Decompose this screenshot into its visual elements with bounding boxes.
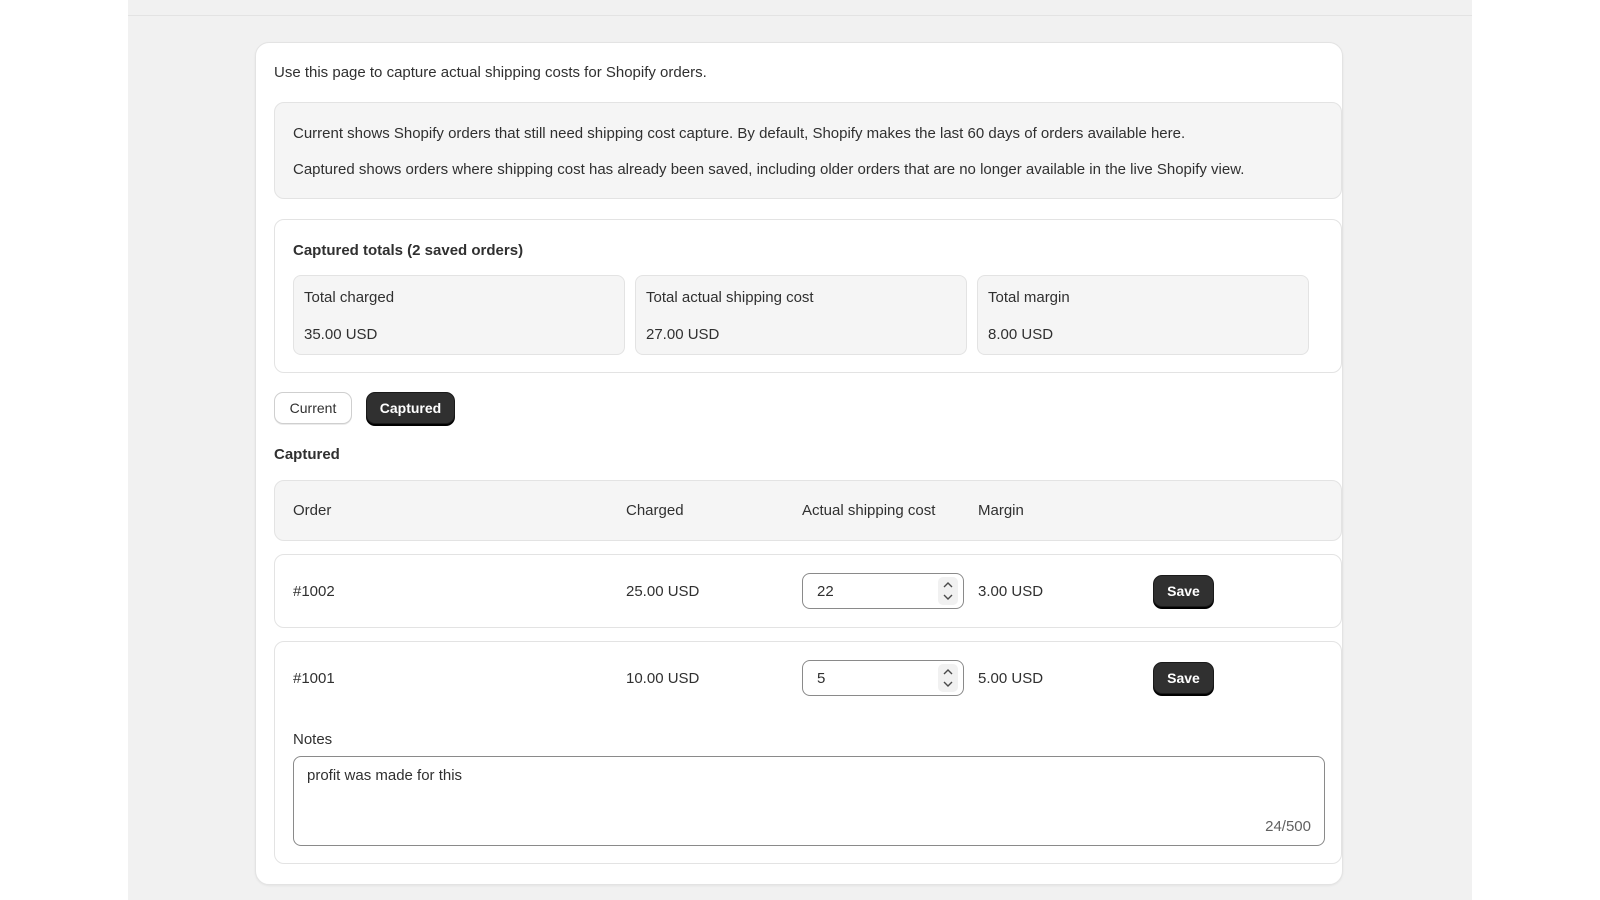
column-header-actual-shipping-cost: Actual shipping cost: [802, 502, 936, 519]
table-row: #1002 25.00 USD 22 3.00 USD Save: [274, 554, 1342, 628]
input-value: 5: [817, 670, 826, 687]
order-number: #1001: [293, 670, 335, 687]
info-banner: Current shows Shopify orders that still …: [274, 102, 1342, 199]
stat-label: Total margin: [988, 289, 1070, 306]
intro-text: Use this page to capture actual shipping…: [274, 64, 707, 81]
tab-captured[interactable]: Captured: [366, 392, 455, 424]
stat-total-charged: Total charged 35.00 USD: [293, 275, 625, 355]
top-divider: [128, 15, 1472, 16]
chevron-up-down-icon: [943, 582, 953, 600]
stat-label: Total charged: [304, 289, 395, 306]
save-button[interactable]: Save: [1153, 662, 1214, 694]
stat-value: 35.00 USD: [304, 326, 378, 343]
shipping-capture-card: Use this page to capture actual shipping…: [255, 42, 1343, 885]
stat-total-margin: Total margin 8.00 USD: [977, 275, 1309, 355]
number-spinner[interactable]: [938, 664, 958, 692]
margin-value: 3.00 USD: [978, 583, 1044, 600]
tab-current[interactable]: Current: [274, 392, 352, 424]
table-row: #1001 10.00 USD 5 5.00 USD Save Notes pr…: [274, 641, 1342, 864]
actual-shipping-cost-input[interactable]: 22: [802, 573, 964, 609]
actual-shipping-cost-input[interactable]: 5: [802, 660, 964, 696]
info-current-text: Current shows Shopify orders that still …: [293, 125, 1186, 142]
chevron-up-down-icon: [943, 669, 953, 687]
column-header-charged: Charged: [626, 502, 684, 519]
number-spinner[interactable]: [938, 577, 958, 605]
notes-value: profit was made for this: [307, 767, 463, 784]
notes-character-count: 24/500: [1265, 818, 1311, 835]
column-header-margin: Margin: [978, 502, 1024, 519]
charged-value: 10.00 USD: [626, 670, 700, 687]
column-header-order: Order: [293, 502, 332, 519]
stat-label: Total actual shipping cost: [646, 289, 814, 306]
section-title: Captured: [274, 446, 340, 463]
stat-total-actual-shipping: Total actual shipping cost 27.00 USD: [635, 275, 967, 355]
input-value: 22: [817, 583, 834, 600]
captured-totals-panel: Captured totals (2 saved orders) Total c…: [274, 219, 1342, 373]
table-header: Order Charged Actual shipping cost Margi…: [274, 480, 1342, 541]
notes-label: Notes: [293, 731, 333, 748]
info-captured-text: Captured shows orders where shipping cos…: [293, 161, 1245, 178]
charged-value: 25.00 USD: [626, 583, 700, 600]
notes-textarea[interactable]: profit was made for this 24/500: [293, 756, 1325, 846]
stat-value: 27.00 USD: [646, 326, 720, 343]
totals-title: Captured totals (2 saved orders): [293, 242, 524, 259]
page-background: Use this page to capture actual shipping…: [128, 0, 1472, 900]
save-button[interactable]: Save: [1153, 575, 1214, 607]
margin-value: 5.00 USD: [978, 670, 1044, 687]
order-number: #1002: [293, 583, 335, 600]
stat-value: 8.00 USD: [988, 326, 1054, 343]
